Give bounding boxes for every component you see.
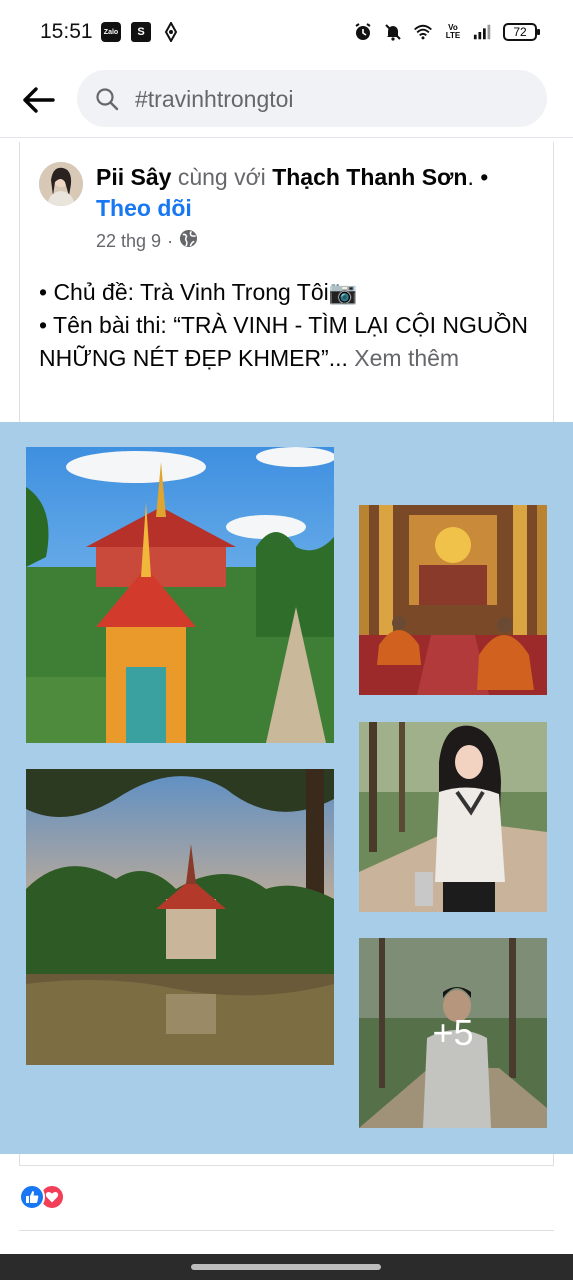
photo-woman-portrait[interactable]: [359, 722, 547, 912]
post-author-line: Pii Sây cùng với Thạch Thanh Sơn. • Theo…: [96, 162, 536, 224]
ring-icon: [161, 22, 181, 42]
search-icon: [95, 87, 119, 111]
see-more-link[interactable]: Xem thêm: [348, 345, 459, 371]
mute-icon: [383, 22, 403, 42]
divider: [19, 1230, 554, 1231]
signal-icon: [473, 22, 493, 42]
meta-separator: ·: [167, 230, 174, 251]
status-time: 15:51: [40, 20, 93, 43]
follow-button[interactable]: Theo dõi: [96, 195, 192, 221]
post-meta: 22 thg 9 ·: [96, 229, 198, 253]
post-line-topic: • Chủ đề: Trà Vinh Trong Tôi📷: [39, 279, 358, 305]
like-icon: [19, 1184, 45, 1210]
reactions[interactable]: [19, 1184, 65, 1210]
photo-collage: +5: [0, 422, 573, 1154]
zalo-icon: Zalo: [101, 22, 121, 42]
photo-temple-interior[interactable]: [359, 505, 547, 695]
status-bar: 15:51 Zalo S Vo LTE 72: [0, 0, 573, 64]
post-body: • Chủ đề: Trà Vinh Trong Tôi📷 • Tên bài …: [39, 276, 539, 375]
photo-pagoda[interactable]: [26, 447, 334, 743]
back-button[interactable]: [18, 80, 58, 120]
shop-icon: S: [131, 22, 151, 42]
wifi-icon: [413, 22, 433, 42]
search-input[interactable]: #travinhtrongtoi: [77, 70, 547, 127]
photo-pagoda-pond[interactable]: [26, 769, 334, 1065]
globe-icon: [179, 229, 198, 253]
separator-dot: . •: [467, 164, 489, 190]
with-text: cùng với: [171, 164, 273, 190]
post-line-title: • Tên bài thi: “TRÀ VINH - TÌM LẠI CỘI N…: [39, 309, 539, 375]
search-query: #travinhtrongtoi: [135, 86, 294, 112]
home-gesture-handle[interactable]: [191, 1264, 381, 1270]
system-nav-bar: [0, 1254, 573, 1280]
photo-young-man[interactable]: +5: [359, 938, 547, 1128]
search-header: #travinhtrongtoi: [0, 64, 573, 138]
status-right-icons: Vo LTE 72: [353, 22, 540, 42]
more-photos-count[interactable]: +5: [359, 938, 547, 1128]
volte-icon: Vo LTE: [445, 23, 461, 40]
avatar[interactable]: [39, 162, 83, 206]
battery-icon: 72: [503, 23, 540, 41]
back-arrow-icon: [23, 87, 55, 113]
post-date[interactable]: 22 thg 9: [96, 231, 161, 252]
status-left-icons: Zalo S: [101, 22, 181, 42]
alarm-icon: [353, 22, 373, 42]
author-name[interactable]: Pii Sây: [96, 164, 171, 190]
tagged-name[interactable]: Thạch Thanh Sơn: [272, 164, 467, 190]
